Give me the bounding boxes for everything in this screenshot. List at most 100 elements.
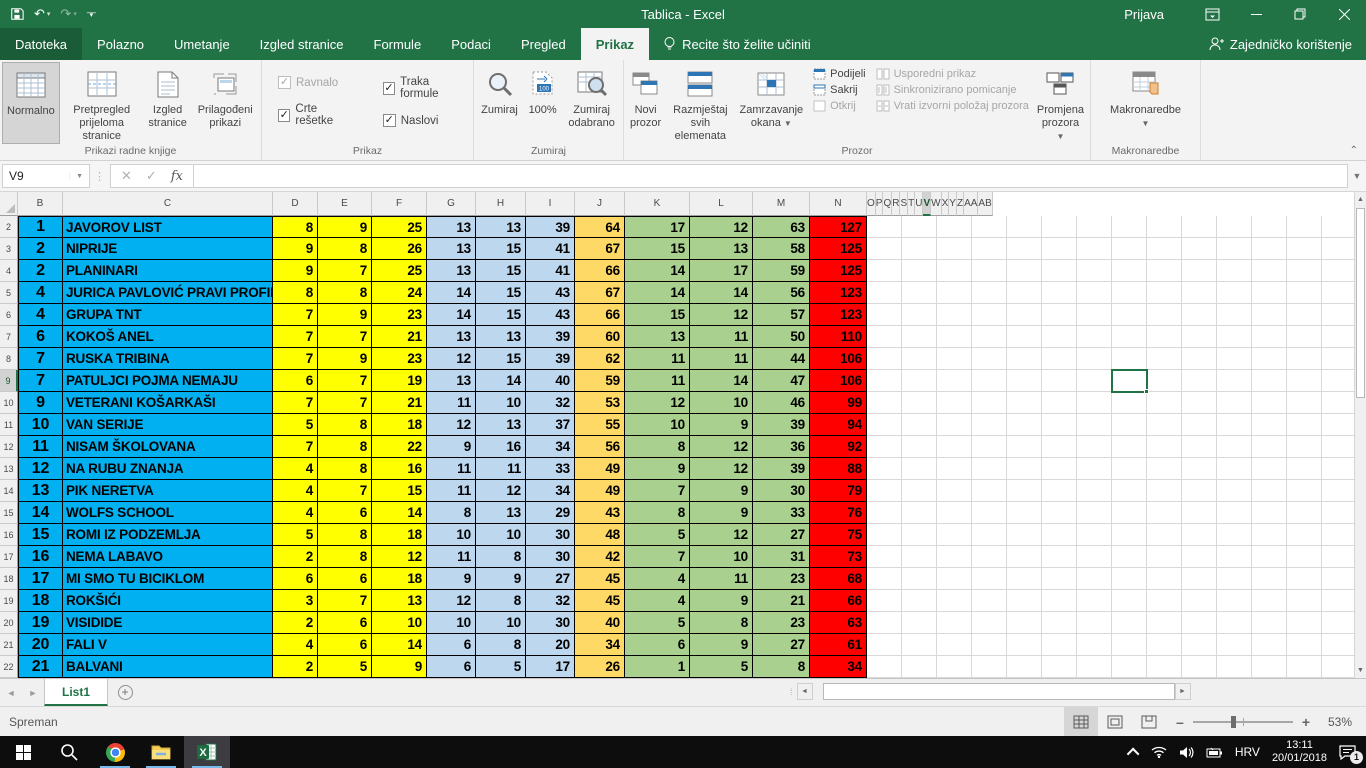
cell-N6[interactable]: 123 — [810, 304, 867, 326]
cell-V12[interactable] — [1112, 436, 1147, 458]
cell-R3[interactable] — [972, 238, 1007, 260]
cell-F4[interactable]: 25 — [372, 260, 427, 282]
cell-S7[interactable] — [1007, 326, 1042, 348]
cell-M20[interactable]: 23 — [753, 612, 810, 634]
cell-Y16[interactable] — [1217, 524, 1252, 546]
cell-J14[interactable]: 49 — [575, 480, 625, 502]
cell-M10[interactable]: 46 — [753, 392, 810, 414]
cell-F8[interactable]: 23 — [372, 348, 427, 370]
cell-Q4[interactable] — [937, 260, 972, 282]
cell-S12[interactable] — [1007, 436, 1042, 458]
cell-Z19[interactable] — [1252, 590, 1287, 612]
cell-AB14[interactable] — [1322, 480, 1354, 502]
cell-R18[interactable] — [972, 568, 1007, 590]
cell-Y22[interactable] — [1217, 656, 1252, 678]
selected-cell-outline[interactable] — [1111, 369, 1148, 393]
cell-D2[interactable]: 8 — [273, 216, 318, 238]
cell-P15[interactable] — [902, 502, 937, 524]
cell-D11[interactable]: 5 — [273, 414, 318, 436]
synchronous-scrolling-button[interactable]: Sinkronizirano pomicanje — [876, 84, 1029, 96]
reset-window-position-button[interactable]: Vrati izvorni položaj prozora — [876, 100, 1029, 112]
cell-H8[interactable]: 15 — [476, 348, 526, 370]
zoom-percentage[interactable]: 53% — [1320, 715, 1366, 729]
cell-G20[interactable]: 10 — [427, 612, 476, 634]
formula-input[interactable] — [194, 164, 1348, 188]
cell-U14[interactable] — [1077, 480, 1112, 502]
cell-R8[interactable] — [972, 348, 1007, 370]
cell-G4[interactable]: 13 — [427, 260, 476, 282]
column-header-Z[interactable]: Z — [957, 192, 964, 216]
row-header-12[interactable]: 12 — [0, 436, 18, 458]
cell-C19[interactable]: ROKŠIĆI — [63, 590, 273, 612]
tab-izgled-stranice[interactable]: Izgled stranice — [245, 28, 359, 60]
cell-H7[interactable]: 13 — [476, 326, 526, 348]
cell-T13[interactable] — [1042, 458, 1077, 480]
cell-AB11[interactable] — [1322, 414, 1354, 436]
cell-B10[interactable]: 9 — [18, 392, 63, 414]
row-header-14[interactable]: 14 — [0, 480, 18, 502]
row-header-15[interactable]: 15 — [0, 502, 18, 524]
cell-V3[interactable] — [1112, 238, 1147, 260]
cell-M2[interactable]: 63 — [753, 216, 810, 238]
cell-Z17[interactable] — [1252, 546, 1287, 568]
cell-X13[interactable] — [1182, 458, 1217, 480]
cell-S15[interactable] — [1007, 502, 1042, 524]
cell-I14[interactable]: 34 — [526, 480, 575, 502]
cell-D9[interactable]: 6 — [273, 370, 318, 392]
cell-L17[interactable]: 10 — [690, 546, 753, 568]
cell-E18[interactable]: 6 — [318, 568, 372, 590]
cell-G9[interactable]: 13 — [427, 370, 476, 392]
cell-Q14[interactable] — [937, 480, 972, 502]
cell-J5[interactable]: 67 — [575, 282, 625, 304]
cell-L8[interactable]: 11 — [690, 348, 753, 370]
cell-AA13[interactable] — [1287, 458, 1322, 480]
zoom-to-selection-button[interactable]: Zumiraj odabrano — [562, 62, 621, 144]
cell-K15[interactable]: 8 — [625, 502, 690, 524]
row-header-20[interactable]: 20 — [0, 612, 18, 634]
cell-C15[interactable]: WOLFS SCHOOL — [63, 502, 273, 524]
sheet-nav-right-icon[interactable]: ► — [22, 679, 44, 706]
cell-N13[interactable]: 88 — [810, 458, 867, 480]
cell-X21[interactable] — [1182, 634, 1217, 656]
cell-Q5[interactable] — [937, 282, 972, 304]
taskbar-excel-button[interactable]: X — [184, 736, 230, 768]
cell-J21[interactable]: 34 — [575, 634, 625, 656]
cell-W21[interactable] — [1147, 634, 1182, 656]
close-button[interactable] — [1322, 0, 1366, 28]
cell-J11[interactable]: 55 — [575, 414, 625, 436]
cell-C7[interactable]: KOKOŠ ANEL — [63, 326, 273, 348]
undo-button[interactable]: ↶▾ — [34, 6, 50, 22]
cell-G5[interactable]: 14 — [427, 282, 476, 304]
cell-I4[interactable]: 41 — [526, 260, 575, 282]
cell-K16[interactable]: 5 — [625, 524, 690, 546]
cell-AA14[interactable] — [1287, 480, 1322, 502]
cell-S6[interactable] — [1007, 304, 1042, 326]
cell-H15[interactable]: 13 — [476, 502, 526, 524]
cell-C20[interactable]: VISIDIDE — [63, 612, 273, 634]
cell-Q6[interactable] — [937, 304, 972, 326]
cell-G19[interactable]: 12 — [427, 590, 476, 612]
confirm-entry-icon[interactable]: ✓ — [146, 168, 157, 184]
cell-U22[interactable] — [1077, 656, 1112, 678]
cell-C10[interactable]: VETERANI KOŠARKAŠI — [63, 392, 273, 414]
cell-N12[interactable]: 92 — [810, 436, 867, 458]
cell-P22[interactable] — [902, 656, 937, 678]
cell-G21[interactable]: 6 — [427, 634, 476, 656]
cell-D22[interactable]: 2 — [273, 656, 318, 678]
cell-P5[interactable] — [902, 282, 937, 304]
macros-button[interactable]: Makronaredbe▼ — [1100, 62, 1192, 144]
cell-B19[interactable]: 18 — [18, 590, 63, 612]
cell-D16[interactable]: 5 — [273, 524, 318, 546]
cell-R4[interactable] — [972, 260, 1007, 282]
cell-B6[interactable]: 4 — [18, 304, 63, 326]
cell-H19[interactable]: 8 — [476, 590, 526, 612]
cell-N3[interactable]: 125 — [810, 238, 867, 260]
cell-T12[interactable] — [1042, 436, 1077, 458]
cell-V20[interactable] — [1112, 612, 1147, 634]
cell-U15[interactable] — [1077, 502, 1112, 524]
cell-I19[interactable]: 32 — [526, 590, 575, 612]
cell-O7[interactable] — [867, 326, 902, 348]
zoom-100-button[interactable]: 100 100% — [523, 62, 562, 144]
cell-L22[interactable]: 5 — [690, 656, 753, 678]
cell-O6[interactable] — [867, 304, 902, 326]
